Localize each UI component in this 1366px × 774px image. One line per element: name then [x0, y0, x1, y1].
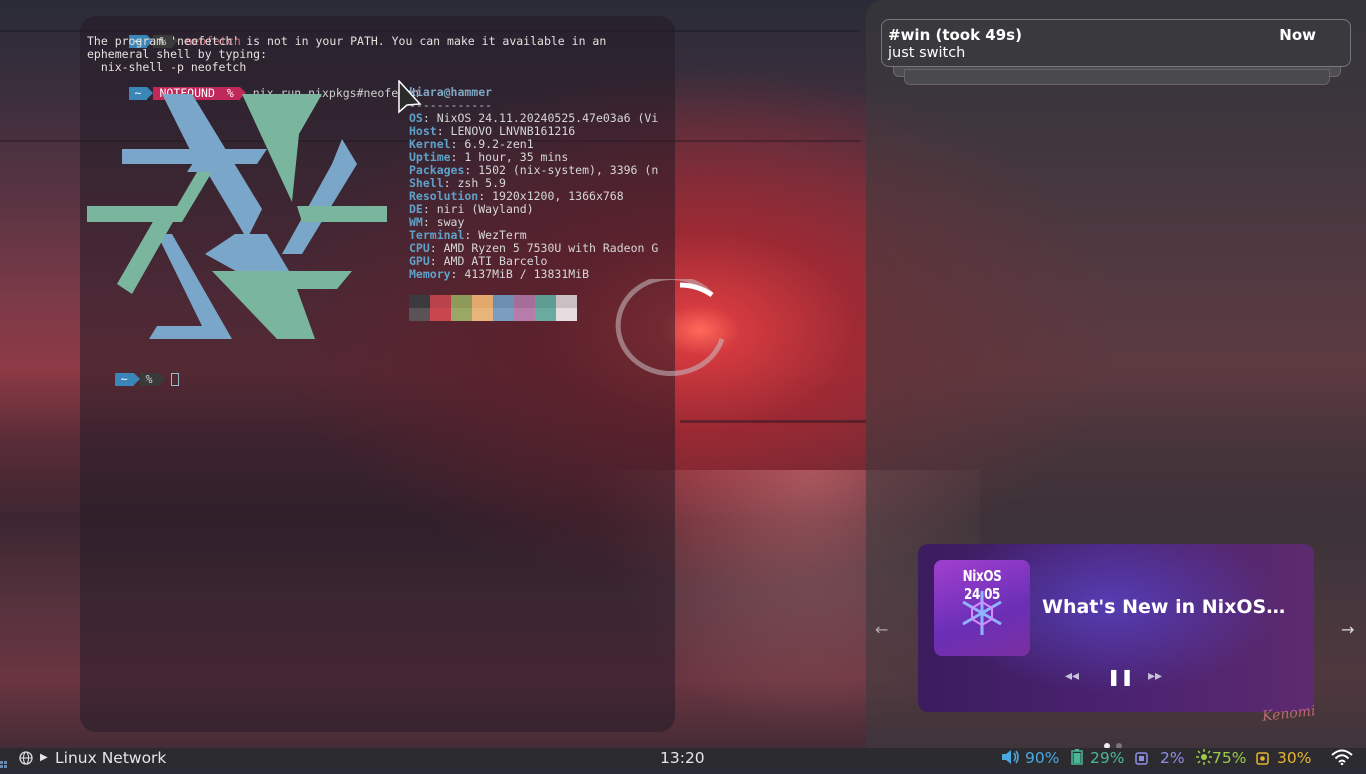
loading-spinner-icon [615, 279, 725, 377]
terminal-output: nix-shell -p neofetch [87, 60, 247, 74]
color-swatch [493, 295, 514, 308]
album-art: NixOS 24.05 [934, 560, 1030, 656]
fetch-key: CPU [409, 241, 430, 255]
color-swatch [472, 295, 493, 308]
fetch-value: : WezTerm [464, 228, 527, 242]
volume-level[interactable]: 90% [1025, 748, 1059, 768]
color-swatch [451, 308, 472, 321]
media-title: What's New in NixOS… [1042, 596, 1286, 618]
clock[interactable]: 13:20 [660, 748, 705, 768]
brightness-level[interactable]: 75% [1212, 748, 1246, 768]
notification-time: Now [1279, 26, 1316, 44]
fetch-key: GPU [409, 254, 430, 268]
nixos-logo-icon [87, 94, 387, 339]
temperature-icon[interactable] [1256, 748, 1269, 768]
terminal-cursor [170, 373, 179, 386]
terminal-prompt-current[interactable]: ~% [87, 360, 179, 386]
color-swatch [472, 308, 493, 321]
fetch-value: : LENOVO LNVNB161216 [436, 124, 576, 138]
fetch-key: Host [409, 124, 437, 138]
fetch-key: Resolution [409, 189, 479, 203]
fetch-key: DE [409, 202, 423, 216]
battery-icon[interactable] [1071, 748, 1083, 768]
color-swatch [493, 308, 514, 321]
battery-level[interactable]: 29% [1090, 748, 1124, 768]
notification-title: #win (took 49s) [888, 26, 1022, 44]
fetch-key: WM [409, 215, 423, 229]
wifi-icon[interactable] [1331, 748, 1353, 768]
fetch-value: : AMD Ryzen 5 7530U with Radeon G [429, 241, 659, 255]
fetch-key: Uptime [409, 150, 451, 164]
color-swatch [556, 308, 577, 321]
fetch-value: : 4137MiB / 13831MiB [450, 267, 590, 281]
fetch-key: Memory [409, 267, 451, 281]
color-swatch [409, 295, 430, 308]
prompt-dir: ~ [114, 373, 134, 386]
fetch-value: : AMD ATI Barcelo [429, 254, 548, 268]
globe-icon[interactable] [19, 748, 33, 768]
fetch-value: : NixOS 24.11.20240525.47e03a6 (Vi [422, 111, 659, 125]
fetch-value: : 1 hour, 35 mins [450, 150, 569, 164]
pause-button[interactable]: ❚❚ [1107, 667, 1134, 686]
network-name[interactable]: Linux Network [55, 748, 166, 768]
system-info: kiara@hammer ------------ OS: NixOS 24.1… [409, 86, 669, 281]
notification-stack [904, 69, 1330, 85]
terminal-window[interactable]: ~% neofetch The program 'neofetch' is no… [80, 16, 675, 732]
fetch-value: : sway [422, 215, 465, 229]
fetch-key: Packages [409, 163, 465, 177]
color-swatch [514, 295, 535, 308]
color-swatch [514, 308, 535, 321]
fetch-key: Shell [409, 176, 444, 190]
color-swatch [430, 308, 451, 321]
fetch-value: : 6.9.2-zen1 [450, 137, 534, 151]
snowflake-icon [962, 591, 1002, 635]
color-palette [409, 295, 577, 321]
previous-track-button[interactable]: ◂◂ [1065, 668, 1079, 684]
color-swatch [535, 308, 556, 321]
fetch-key: Kernel [409, 137, 451, 151]
cpu-usage[interactable]: 2% [1160, 748, 1185, 768]
next-track-button[interactable]: ▸▸ [1148, 668, 1162, 684]
notification-body: just switch [888, 45, 966, 61]
cpu-icon[interactable] [1135, 748, 1148, 768]
media-prev-card-button[interactable]: ← [875, 620, 888, 639]
color-swatch [535, 295, 556, 308]
status-bar: ▶ Linux Network 13:20 90% 29% 2% 75% 30% [0, 748, 1366, 768]
prompt-pct: % [139, 373, 159, 386]
fetch-value: : zsh 5.9 [443, 176, 506, 190]
brightness-icon[interactable] [1196, 748, 1212, 768]
notification-card[interactable]: #win (took 49s) Now just switch [881, 19, 1351, 67]
volume-icon[interactable] [1001, 748, 1021, 768]
media-next-card-button[interactable]: → [1341, 620, 1354, 639]
temperature-level[interactable]: 30% [1277, 748, 1311, 768]
fetch-key: Terminal [409, 228, 465, 242]
media-player-card: NixOS 24.05 What's New in NixOS… ◂◂ ❚❚ ▸… [918, 544, 1314, 712]
fetch-value: : niri (Wayland) [422, 202, 534, 216]
play-icon[interactable]: ▶ [40, 748, 48, 768]
fetch-value: : 1502 (nix-system), 3396 (n [464, 163, 659, 177]
color-swatch [409, 308, 430, 321]
color-swatch [451, 295, 472, 308]
color-swatch [430, 295, 451, 308]
fetch-value: : 1920x1200, 1366x768 [478, 189, 624, 203]
mouse-pointer-icon [398, 80, 422, 114]
color-swatch [556, 295, 577, 308]
